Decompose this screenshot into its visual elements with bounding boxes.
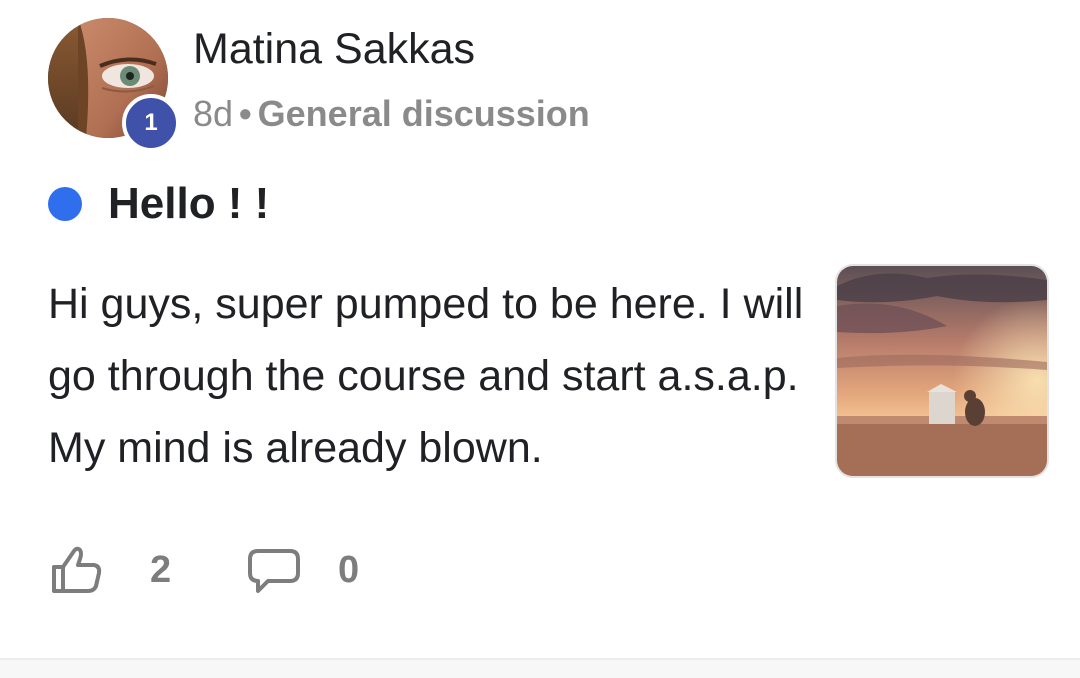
unread-indicator <box>48 187 82 221</box>
post-meta: 8d • General discussion <box>193 92 590 136</box>
level-badge-number: 1 <box>144 109 158 136</box>
post-body-text[interactable]: Hi guys, super pumped to be here. I will… <box>48 268 818 484</box>
post-title[interactable]: Hello ! ! <box>108 178 269 230</box>
meta-separator: • <box>239 93 252 134</box>
comment-bubble-icon <box>246 543 302 597</box>
sunset-image <box>837 266 1047 476</box>
author-avatar-group[interactable]: 1 <box>48 18 180 152</box>
list-gap <box>0 660 1080 678</box>
author-name[interactable]: Matina Sakkas <box>193 24 475 74</box>
community-post-card[interactable]: 1 Matina Sakkas 8d • General discussion He… <box>0 0 1080 660</box>
post-image-thumbnail[interactable] <box>835 264 1049 478</box>
comment-count: 0 <box>338 549 360 591</box>
post-time: 8d <box>193 93 234 134</box>
level-badge: 1 <box>122 94 180 152</box>
comment-button[interactable]: 0 <box>246 540 359 600</box>
like-button[interactable]: 2 <box>50 540 171 600</box>
post-category[interactable]: General discussion <box>258 93 590 134</box>
thumbs-up-icon <box>50 543 104 597</box>
like-count: 2 <box>150 549 172 591</box>
